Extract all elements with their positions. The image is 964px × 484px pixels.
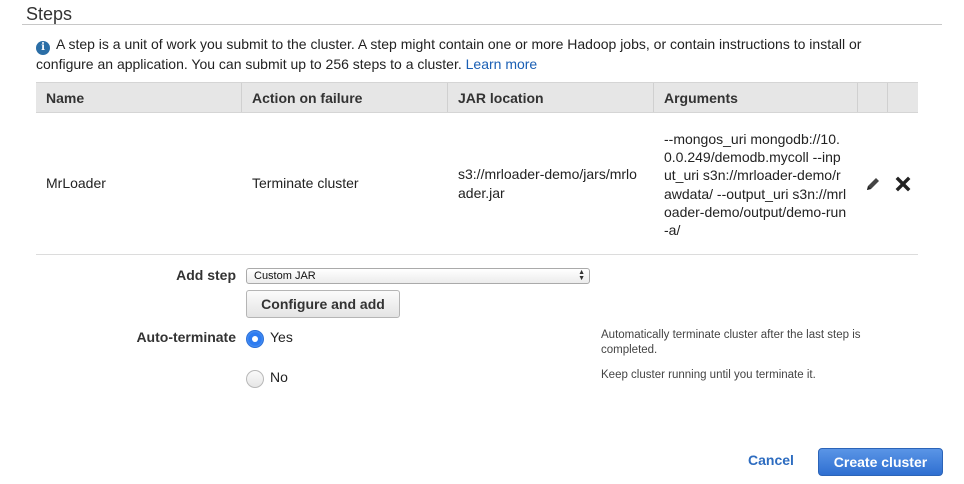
column-header-edit	[858, 83, 888, 112]
close-icon[interactable]	[888, 176, 918, 192]
auto-terminate-yes-label[interactable]: Yes	[270, 329, 293, 345]
section-divider	[22, 24, 942, 25]
column-header-name: Name	[36, 83, 242, 112]
table-row: MrLoader Terminate cluster s3://mrloader…	[36, 113, 918, 255]
auto-terminate-no-label[interactable]: No	[270, 369, 288, 385]
auto-terminate-yes-radio[interactable]	[246, 330, 264, 348]
auto-terminate-no-help: Keep cluster running until you terminate…	[601, 369, 816, 381]
step-type-selected: Custom JAR	[254, 270, 316, 282]
steps-table: Name Action on failure JAR location Argu…	[36, 82, 918, 255]
step-jar-location: s3://mrloader-demo/jars/mrloader.jar	[448, 113, 654, 254]
info-message: iA step is a unit of work you submit to …	[36, 35, 916, 74]
chevron-updown-icon: ▲ ▼	[578, 269, 585, 282]
configure-and-add-button[interactable]: Configure and add	[246, 290, 400, 318]
step-name: MrLoader	[46, 175, 106, 192]
step-arguments: --mongos_uri mongodb://10.0.0.249/demodb…	[664, 130, 847, 238]
section-title: Steps	[26, 4, 73, 24]
auto-terminate-yes-help: Automatically terminate cluster after th…	[601, 329, 861, 356]
edit-step-cell	[858, 113, 888, 254]
column-header-action: Action on failure	[242, 83, 448, 112]
auto-terminate-label: Auto-terminate	[136, 329, 236, 345]
column-header-args: Arguments	[654, 83, 858, 112]
delete-step-cell	[888, 113, 918, 254]
learn-more-link[interactable]: Learn more	[466, 56, 538, 72]
cancel-button[interactable]: Cancel	[740, 452, 802, 468]
column-header-delete	[888, 83, 918, 112]
column-header-jar: JAR location	[448, 83, 654, 112]
info-icon: i	[36, 41, 50, 55]
create-cluster-button[interactable]: Create cluster	[818, 448, 943, 476]
step-jar-text: s3://mrloader-demo/jars/mrloader.jar	[458, 166, 637, 201]
add-step-label: Add step	[176, 267, 236, 283]
step-action-on-failure: Terminate cluster	[252, 175, 359, 192]
step-type-select[interactable]: Custom JAR ▲ ▼	[246, 268, 590, 284]
pencil-icon[interactable]	[858, 176, 888, 192]
info-text: A step is a unit of work you submit to t…	[36, 36, 862, 72]
auto-terminate-no-radio[interactable]	[246, 370, 264, 388]
table-header: Name Action on failure JAR location Argu…	[36, 82, 918, 113]
